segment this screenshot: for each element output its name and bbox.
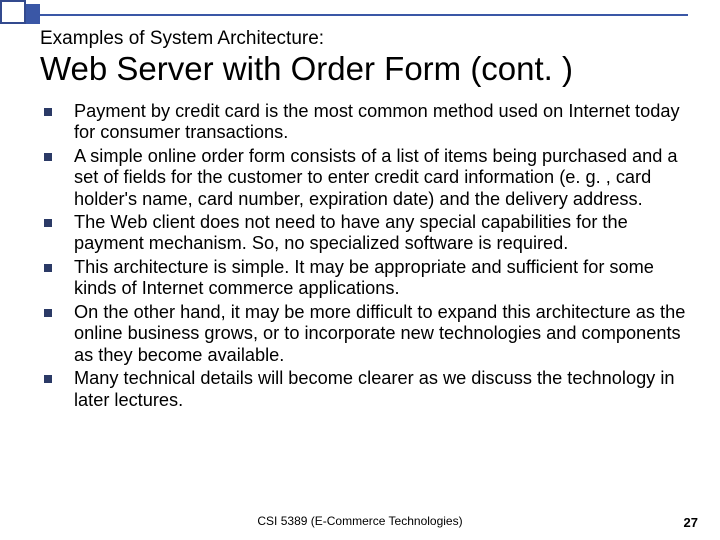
list-item: The Web client does not need to have any… — [40, 212, 688, 255]
page-number: 27 — [684, 515, 698, 530]
bullet-text: The Web client does not need to have any… — [74, 212, 628, 253]
top-rule — [40, 14, 688, 16]
list-item: On the other hand, it may be more diffic… — [40, 302, 688, 366]
bullet-text: This architecture is simple. It may be a… — [74, 257, 654, 298]
bullet-square-icon — [44, 309, 52, 317]
list-item: This architecture is simple. It may be a… — [40, 257, 688, 300]
bullet-square-icon — [44, 108, 52, 116]
bullet-text: A simple online order form consists of a… — [74, 146, 678, 209]
bullet-text: Many technical details will become clear… — [74, 368, 674, 409]
content-area: Examples of System Architecture: Web Ser… — [40, 28, 688, 413]
bullet-text: Payment by credit card is the most commo… — [74, 101, 680, 142]
slide: Examples of System Architecture: Web Ser… — [0, 0, 720, 540]
list-item: A simple online order form consists of a… — [40, 146, 688, 210]
list-item: Payment by credit card is the most commo… — [40, 101, 688, 144]
bullet-square-icon — [44, 153, 52, 161]
corner-decoration — [0, 0, 96, 26]
slide-title: Web Server with Order Form (cont. ) — [40, 52, 688, 87]
bullet-square-icon — [44, 264, 52, 272]
bullet-square-icon — [44, 375, 52, 383]
list-item: Many technical details will become clear… — [40, 368, 688, 411]
slide-subtitle: Examples of System Architecture: — [40, 28, 688, 50]
bullet-text: On the other hand, it may be more diffic… — [74, 302, 685, 365]
footer-center: CSI 5389 (E-Commerce Technologies) — [0, 514, 720, 528]
bullet-square-icon — [44, 219, 52, 227]
deco-square-white — [0, 0, 26, 24]
bullet-list: Payment by credit card is the most commo… — [40, 101, 688, 412]
